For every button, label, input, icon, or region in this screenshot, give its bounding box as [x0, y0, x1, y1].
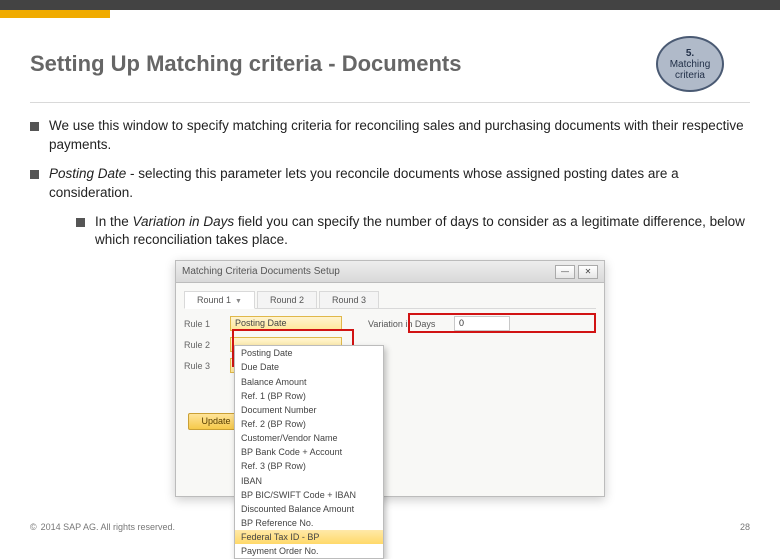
matching-criteria-dialog: Matching Criteria Documents Setup — ✕ Ro…	[175, 260, 605, 497]
dialog-title: Matching Criteria Documents Setup	[182, 266, 552, 277]
bullet-text: Posting Date - selecting this parameter …	[49, 165, 750, 203]
copyright-icon: ©	[30, 522, 37, 532]
dropdown-item[interactable]: Payment Order No.	[235, 544, 383, 558]
badge-number: 5.	[686, 48, 694, 59]
rule-1-label: Rule 1	[184, 319, 230, 329]
dropdown-item[interactable]: Posting Date	[235, 346, 383, 360]
dropdown-item[interactable]: Due Date	[235, 360, 383, 374]
bullet-icon	[76, 218, 85, 227]
tabs: Round 1▼ Round 2 Round 3	[184, 289, 596, 309]
bullet-2: Posting Date - selecting this parameter …	[30, 165, 750, 203]
page-number: 28	[740, 522, 750, 532]
bullet-icon	[30, 122, 39, 131]
rule-2-label: Rule 2	[184, 340, 230, 350]
tab-round-2[interactable]: Round 2	[257, 291, 317, 308]
dialog-titlebar: Matching Criteria Documents Setup — ✕	[176, 261, 604, 283]
footer: © 2014 SAP AG. All rights reserved. 28	[0, 522, 780, 532]
dropdown-item[interactable]: Balance Amount	[235, 375, 383, 389]
dropdown-item[interactable]: BP BIC/SWIFT Code + IBAN	[235, 488, 383, 502]
rule-1-field[interactable]: Posting Date	[230, 316, 342, 331]
dropdown-item[interactable]: IBAN	[235, 474, 383, 488]
bullet-text: We use this window to specify matching c…	[49, 117, 750, 155]
tab-round-1[interactable]: Round 1▼	[184, 291, 255, 309]
dialog-body: Round 1▼ Round 2 Round 3 Rule 1 Posting …	[176, 283, 604, 496]
tab-round-3[interactable]: Round 3	[319, 291, 379, 308]
dropdown-item[interactable]: BP Bank Code + Account	[235, 445, 383, 459]
dropdown-item[interactable]: Ref. 1 (BP Row)	[235, 389, 383, 403]
dropdown-item[interactable]: Discounted Balance Amount	[235, 502, 383, 516]
variation-label: Variation in Days	[368, 319, 454, 329]
variation-input[interactable]: 0	[454, 316, 510, 331]
badge-label: Matching criteria	[658, 59, 722, 81]
page-title: Setting Up Matching criteria - Documents	[30, 51, 650, 77]
dropdown-item[interactable]: BP Reference No.	[235, 516, 383, 530]
chevron-down-icon: ▼	[235, 298, 242, 305]
header-row: Setting Up Matching criteria - Documents…	[0, 36, 780, 92]
rule-1-row: Rule 1 Posting Date Variation in Days 0	[184, 315, 596, 332]
dropdown-item[interactable]: Ref. 2 (BP Row)	[235, 417, 383, 431]
step-badge: 5. Matching criteria	[650, 36, 730, 92]
bullet-icon	[30, 170, 39, 179]
rule-3-label: Rule 3	[184, 361, 230, 371]
dropdown-item[interactable]: Document Number	[235, 403, 383, 417]
top-band	[0, 0, 780, 10]
minimize-button[interactable]: —	[555, 265, 575, 279]
gold-stripe	[0, 10, 110, 18]
dropdown-item[interactable]: Customer/Vendor Name	[235, 431, 383, 445]
bullet-1: We use this window to specify matching c…	[30, 117, 750, 155]
bullet-text: In the Variation in Days field you can s…	[95, 213, 750, 251]
copyright-text: 2014 SAP AG. All rights reserved.	[41, 522, 175, 532]
header-divider	[30, 102, 750, 103]
dropdown-item[interactable]: Federal Tax ID - BP	[235, 530, 383, 544]
rule-dropdown-list[interactable]: Posting DateDue DateBalance AmountRef. 1…	[234, 345, 384, 559]
bullet-2-1: In the Variation in Days field you can s…	[76, 213, 750, 251]
dropdown-item[interactable]: Ref. 3 (BP Row)	[235, 459, 383, 473]
close-button[interactable]: ✕	[578, 265, 598, 279]
